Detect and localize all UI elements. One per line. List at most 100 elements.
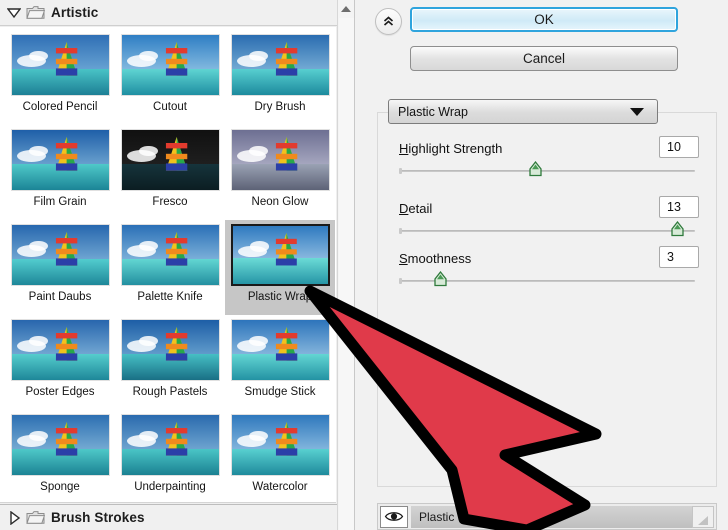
- filter-label: Sponge: [40, 481, 80, 493]
- filter-label: Dry Brush: [254, 101, 306, 113]
- filter-thumbnail[interactable]: [230, 414, 330, 476]
- ok-button-label: OK: [534, 12, 554, 27]
- filter-thumbnail[interactable]: [10, 224, 110, 286]
- filter-label: Palette Knife: [137, 291, 203, 303]
- filter-layers-strip[interactable]: Plastic Wrap: [377, 503, 717, 530]
- filter-thumbnail-grid-scroll[interactable]: Colored Pencil Cutout Dry Brush Film Grain F…: [0, 27, 336, 503]
- filter-thumbnail[interactable]: [120, 414, 220, 476]
- filter-browser-panel: Artistic Colored Pencil Cutout Dry Brush Fi…: [0, 0, 355, 530]
- category-header-brush-strokes[interactable]: Brush Strokes: [0, 504, 338, 530]
- slider-track[interactable]: [399, 221, 695, 237]
- thumbnail-sail: [274, 422, 299, 458]
- thumbnail-sail: [274, 232, 299, 268]
- filter-label: Fresco: [152, 196, 188, 208]
- chevron-down-icon[interactable]: [630, 107, 644, 116]
- filter-list-scrollbar[interactable]: [337, 0, 354, 530]
- double-chevron-up-icon[interactable]: [375, 8, 402, 35]
- thumbnail-sail: [54, 232, 79, 268]
- filter-label: Underpainting: [134, 481, 206, 493]
- slider-value-field[interactable]: 3: [659, 246, 699, 268]
- resize-grip-icon[interactable]: [692, 505, 714, 528]
- filter-thumbnail-grid: Colored Pencil Cutout Dry Brush Film Grain F…: [0, 27, 336, 502]
- thumbnail-sail: [54, 42, 79, 78]
- filter-thumbnail[interactable]: [120, 129, 220, 191]
- filter-thumbnail[interactable]: [120, 319, 220, 381]
- filter-item-palette-knife[interactable]: Palette Knife: [115, 220, 225, 315]
- filter-options-box: [377, 112, 717, 487]
- cancel-button[interactable]: Cancel: [410, 46, 678, 71]
- folder-icon: [26, 510, 46, 525]
- filter-item-colored-pencil[interactable]: Colored Pencil: [5, 30, 115, 125]
- filter-item-poster-edges[interactable]: Poster Edges: [5, 315, 115, 410]
- filter-label: Smudge Stick: [244, 386, 316, 398]
- filter-select-dropdown[interactable]: Plastic Wrap: [388, 99, 658, 124]
- thumbnail-sail: [54, 327, 79, 363]
- filter-label: Poster Edges: [25, 386, 95, 398]
- thumbnail-sail: [54, 422, 79, 458]
- filter-item-smudge-stick[interactable]: Smudge Stick: [225, 315, 335, 410]
- filter-item-rough-pastels[interactable]: Rough Pastels: [115, 315, 225, 410]
- thumbnail-sail: [164, 137, 189, 173]
- eye-icon[interactable]: [380, 505, 408, 528]
- filter-item-neon-glow[interactable]: Neon Glow: [225, 125, 335, 220]
- ok-button[interactable]: OK: [410, 7, 678, 32]
- filter-thumbnail[interactable]: [120, 34, 220, 96]
- filter-label: Plastic Wrap: [247, 291, 313, 303]
- filter-label: Neon Glow: [251, 196, 309, 208]
- thumbnail-sail: [164, 42, 189, 78]
- thumbnail-sail: [274, 327, 299, 363]
- triangle-right-icon[interactable]: [7, 510, 21, 525]
- slider-handle[interactable]: [671, 221, 684, 237]
- slider-value-field[interactable]: 13: [659, 196, 699, 218]
- category-title: Artistic: [51, 5, 99, 20]
- filter-thumbnail[interactable]: [10, 129, 110, 191]
- thumbnail-sail: [274, 42, 299, 78]
- filter-item-fresco[interactable]: Fresco: [115, 125, 225, 220]
- filter-thumbnail[interactable]: [120, 224, 220, 286]
- filter-item-underpainting[interactable]: Underpainting: [115, 410, 225, 502]
- slider-handle[interactable]: [529, 161, 542, 177]
- thumbnail-sail: [54, 137, 79, 173]
- slider-track[interactable]: [399, 161, 695, 177]
- thumbnail-sail: [164, 232, 189, 268]
- filter-label: Rough Pastels: [132, 386, 208, 398]
- scroll-up-arrow-icon[interactable]: [338, 0, 354, 18]
- filter-thumbnail[interactable]: [10, 414, 110, 476]
- filter-thumbnail[interactable]: [230, 34, 330, 96]
- thumbnail-sail: [164, 327, 189, 363]
- filter-label: Colored Pencil: [22, 101, 98, 113]
- category-header-artistic[interactable]: Artistic: [0, 0, 354, 26]
- folder-icon: [26, 5, 46, 20]
- slider-track[interactable]: [399, 271, 695, 287]
- filter-gallery-dialog: Artistic Colored Pencil Cutout Dry Brush Fi…: [0, 0, 728, 530]
- thumbnail-cloud: [249, 241, 269, 252]
- slider-label: Smoothness: [399, 251, 472, 266]
- layer-name[interactable]: Plastic Wrap: [411, 505, 692, 528]
- filter-thumbnail[interactable]: [10, 34, 110, 96]
- filter-thumbnail[interactable]: [230, 319, 330, 381]
- filter-item-paint-daubs[interactable]: Paint Daubs: [5, 220, 115, 315]
- filter-item-plastic-wrap[interactable]: Plastic Wrap: [225, 220, 335, 315]
- slider-label: Detail: [399, 201, 433, 216]
- filter-label: Watercolor: [252, 481, 308, 493]
- filter-label: Film Grain: [33, 196, 87, 208]
- filter-item-dry-brush[interactable]: Dry Brush: [225, 30, 335, 125]
- slider-handle[interactable]: [434, 271, 448, 287]
- filter-thumbnail[interactable]: [230, 129, 330, 191]
- filter-item-sponge[interactable]: Sponge: [5, 410, 115, 502]
- filter-select-value: Plastic Wrap: [398, 104, 468, 119]
- thumbnail-sail: [274, 137, 299, 173]
- filter-label: Cutout: [153, 101, 187, 113]
- filter-item-watercolor[interactable]: Watercolor: [225, 410, 335, 502]
- scrollbar-track[interactable]: [339, 18, 354, 530]
- triangle-down-icon[interactable]: [7, 6, 21, 20]
- cancel-button-label: Cancel: [522, 51, 566, 66]
- filter-thumbnail[interactable]: [10, 319, 110, 381]
- filter-options-panel: OK Cancel Plastic Wrap Highlight Strengt…: [355, 0, 728, 530]
- category-title: Brush Strokes: [51, 510, 145, 525]
- filter-thumbnail[interactable]: [230, 224, 330, 286]
- filter-item-cutout[interactable]: Cutout: [115, 30, 225, 125]
- slider-label: Highlight Strength: [399, 141, 503, 156]
- filter-item-film-grain[interactable]: Film Grain: [5, 125, 115, 220]
- slider-value-field[interactable]: 10: [659, 136, 699, 158]
